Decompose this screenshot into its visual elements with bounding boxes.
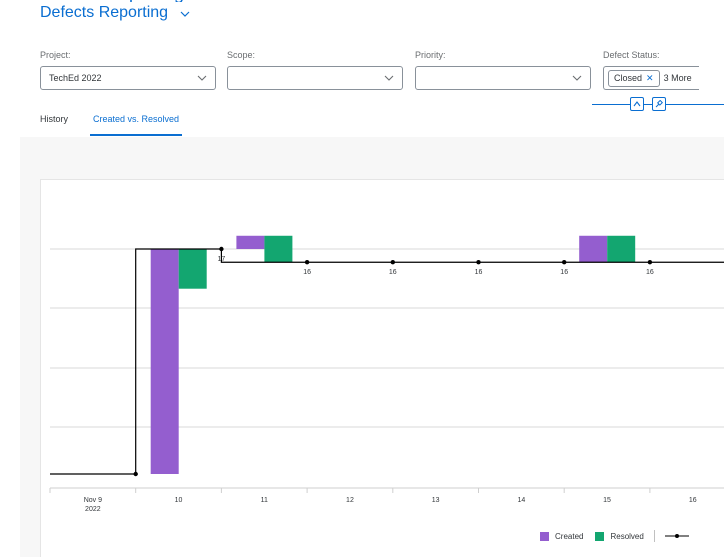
line-data-label: 16 bbox=[303, 269, 311, 276]
chart-legend: Created Resolved bbox=[540, 530, 689, 542]
x-tick-label: 2022 bbox=[85, 506, 101, 513]
resolved-bar bbox=[178, 249, 207, 289]
line-data-label: 16 bbox=[475, 269, 483, 276]
line-point bbox=[304, 260, 310, 265]
x-tick-label: 14 bbox=[517, 497, 525, 504]
line-data-label: 17 bbox=[218, 256, 226, 263]
created-bar bbox=[236, 235, 265, 249]
created-bar bbox=[150, 249, 179, 474]
created-vs-resolved-chart: Nov 9 2022 10 11 12 13 14 15 16 17 16 16 16 16 16 bbox=[49, 235, 724, 513]
line-data-label: 16 bbox=[389, 269, 397, 276]
legend-divider bbox=[653, 530, 655, 542]
legend-line-icon bbox=[664, 534, 689, 538]
x-tick-label: 12 bbox=[346, 497, 354, 504]
line-data-label: 16 bbox=[646, 269, 654, 276]
resolved-swatch bbox=[595, 531, 605, 541]
line-point bbox=[476, 260, 481, 265]
line-point bbox=[647, 260, 653, 265]
x-tick-label: 10 bbox=[175, 497, 183, 504]
line-point bbox=[390, 260, 395, 265]
line-data-label: 16 bbox=[560, 269, 568, 276]
created-bar bbox=[579, 235, 608, 263]
x-tick-label: 13 bbox=[432, 497, 440, 504]
legend-resolved[interactable]: Resolved bbox=[610, 532, 643, 541]
x-tick-label: Nov 9 bbox=[84, 497, 102, 504]
resolved-bar bbox=[264, 235, 293, 263]
legend-created[interactable]: Created bbox=[555, 532, 583, 541]
line-point bbox=[562, 260, 567, 265]
x-tick-label: 15 bbox=[603, 497, 611, 504]
line-point bbox=[133, 471, 138, 477]
resolved-bar bbox=[607, 235, 636, 263]
x-tick-label: 16 bbox=[689, 497, 697, 504]
x-tick-label: 11 bbox=[261, 497, 268, 504]
created-swatch bbox=[540, 531, 549, 541]
line-point bbox=[219, 246, 224, 252]
